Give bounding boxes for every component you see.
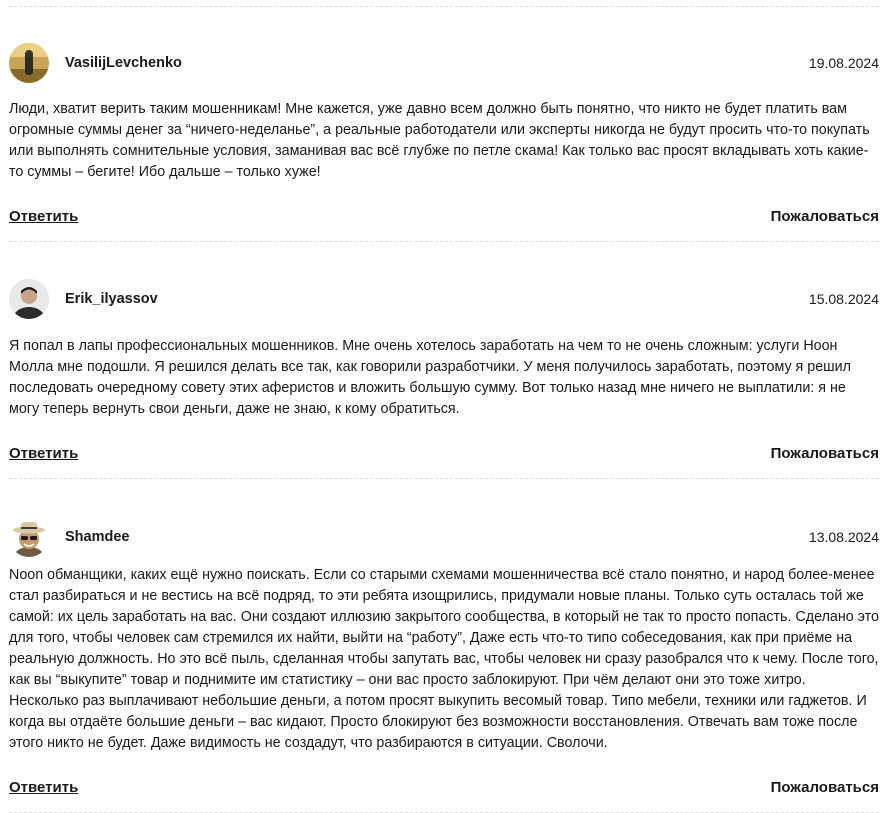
comment-text: Noon обманщики, каких ещё нужно поискать… <box>9 567 880 751</box>
user-avatar-hat-sunglasses-icon[interactable] <box>9 517 49 557</box>
comment-actions: Ответить Пожаловаться <box>9 772 879 802</box>
report-link[interactable]: Пожаловаться <box>771 208 879 225</box>
reply-link[interactable]: Ответить <box>9 445 78 462</box>
comment-actions: Ответить Пожаловаться <box>9 201 879 231</box>
comment-date: 19.08.2024 <box>808 55 879 71</box>
comment-date: 15.08.2024 <box>808 291 879 307</box>
comment-item: VasilijLevchenko 19.08.2024 Люди, хватит… <box>9 7 879 231</box>
comment-author[interactable]: Erik_ilyassov <box>65 291 158 307</box>
comment-item: Erik_ilyassov 15.08.2024 Я попал в лапы … <box>9 242 879 468</box>
comment-author[interactable]: VasilijLevchenko <box>65 55 182 71</box>
comment-date: 13.08.2024 <box>808 529 879 545</box>
comment-item: Shamdee 13.08.2024 Noon обманщики, каких… <box>9 479 879 802</box>
comment-actions: Ответить Пожаловаться <box>9 438 879 468</box>
user-avatar-man-icon[interactable] <box>9 279 49 319</box>
comment-text: Я попал в лапы профессиональных мошенник… <box>9 338 851 417</box>
report-link[interactable]: Пожаловаться <box>771 445 879 462</box>
reply-link[interactable]: Ответить <box>9 779 78 796</box>
comment-text: Люди, хватит верить таким мошенникам! Мн… <box>9 101 870 180</box>
user-avatar-field-icon[interactable] <box>9 43 49 83</box>
reply-link[interactable]: Ответить <box>9 208 78 225</box>
comments-list: VasilijLevchenko 19.08.2024 Люди, хватит… <box>9 0 879 813</box>
comment-author[interactable]: Shamdee <box>65 529 129 545</box>
report-link[interactable]: Пожаловаться <box>771 779 879 796</box>
